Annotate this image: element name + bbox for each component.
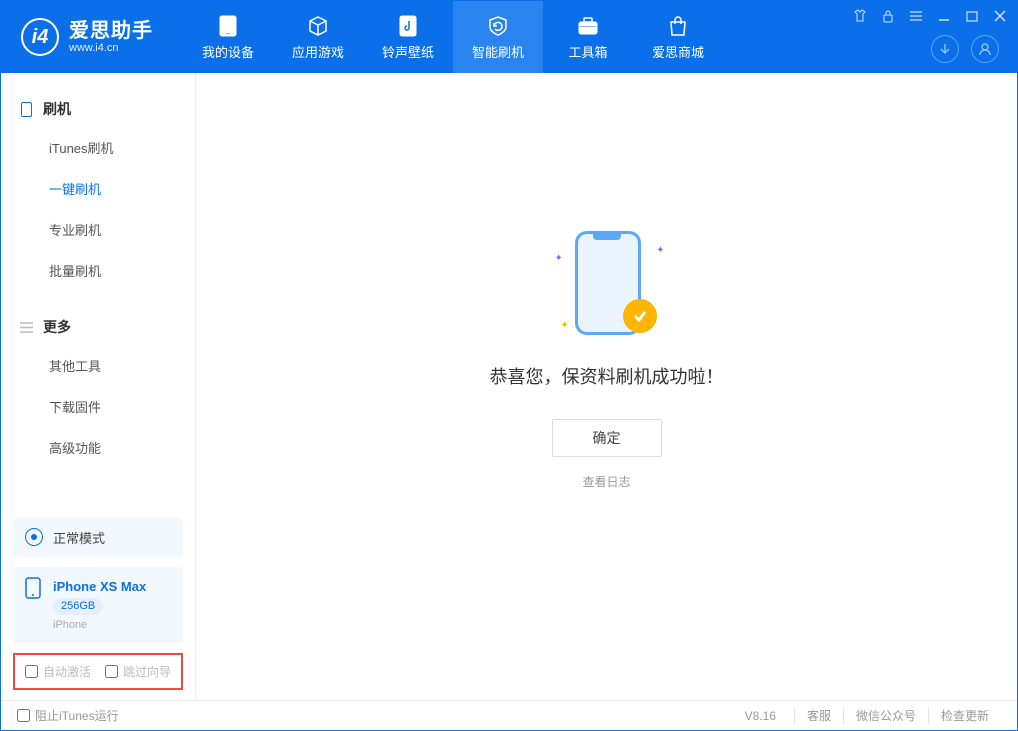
titlebar: i4 爱思助手 www.i4.cn 我的设备 应用游戏 铃声壁纸 智能刷机 xyxy=(1,1,1017,73)
group-title: 刷机 xyxy=(43,99,71,119)
nav-label: 铃声壁纸 xyxy=(382,42,434,61)
nav-tab-ringtones-wallpapers[interactable]: 铃声壁纸 xyxy=(363,1,453,73)
refresh-shield-icon xyxy=(486,14,510,38)
minimize-icon[interactable] xyxy=(937,9,951,23)
nav-label: 智能刷机 xyxy=(472,42,524,61)
body: 刷机 iTunes刷机 一键刷机 专业刷机 批量刷机 更多 其他工具 下载固件 … xyxy=(1,73,1017,700)
list-small-icon xyxy=(19,320,33,334)
sparkle-icon: ✦ xyxy=(555,253,563,264)
nav-label: 我的设备 xyxy=(202,42,254,61)
skip-guide-label: 跳过向导 xyxy=(123,663,171,680)
view-log-link[interactable]: 查看日志 xyxy=(582,473,630,490)
sidebar-group-more: 更多 xyxy=(1,309,195,345)
logo-icon: i4 xyxy=(21,18,59,56)
check-badge-icon xyxy=(623,299,657,333)
skip-guide-checkbox[interactable]: 跳过向导 xyxy=(105,663,171,680)
sidebar-item-other-tools[interactable]: 其他工具 xyxy=(1,345,195,386)
app-logo: i4 爱思助手 www.i4.cn xyxy=(21,18,153,56)
menu-icon[interactable] xyxy=(909,9,923,23)
close-icon[interactable] xyxy=(993,9,1007,23)
mode-dot-icon xyxy=(25,528,43,546)
sidebar-group-flash: 刷机 xyxy=(1,91,195,127)
device-phone-icon xyxy=(25,577,43,599)
auto-activate-label: 自动激活 xyxy=(43,663,91,680)
sidebar-item-onekey-flash[interactable]: 一键刷机 xyxy=(1,168,195,209)
shopping-bag-icon xyxy=(666,14,690,38)
sidebar-item-pro-flash[interactable]: 专业刷机 xyxy=(1,209,195,250)
window-controls xyxy=(853,9,1007,23)
cube-icon xyxy=(306,14,330,38)
block-itunes-label: 阻止iTunes运行 xyxy=(35,707,119,724)
main-content: ✦ ✦ ✦ 恭喜您，保资料刷机成功啦！ 确定 查看日志 xyxy=(196,73,1017,700)
sparkle-icon: ✦ xyxy=(561,320,569,331)
version-label: V8.16 xyxy=(745,709,776,723)
nav-tab-store[interactable]: 爱思商城 xyxy=(633,1,723,73)
nav-label: 工具箱 xyxy=(568,42,607,61)
music-file-icon xyxy=(396,14,420,38)
sidebar-item-download-firmware[interactable]: 下载固件 xyxy=(1,386,195,427)
nav-tab-smart-flash[interactable]: 智能刷机 xyxy=(453,1,543,73)
lock-icon[interactable] xyxy=(881,9,895,23)
phone-small-icon xyxy=(19,102,33,116)
ok-button[interactable]: 确定 xyxy=(552,419,662,457)
tshirt-icon[interactable] xyxy=(853,9,867,23)
app-name: 爱思助手 xyxy=(69,20,153,42)
status-link-wechat[interactable]: 微信公众号 xyxy=(843,707,928,724)
sidebar-item-batch-flash[interactable]: 批量刷机 xyxy=(1,250,195,291)
sidebar-item-advanced[interactable]: 高级功能 xyxy=(1,427,195,468)
user-button[interactable] xyxy=(971,35,999,63)
app-url: www.i4.cn xyxy=(69,42,153,54)
nav-tabs: 我的设备 应用游戏 铃声壁纸 智能刷机 工具箱 爱思商城 xyxy=(183,1,723,73)
sidebar: 刷机 iTunes刷机 一键刷机 专业刷机 批量刷机 更多 其他工具 下载固件 … xyxy=(1,73,196,700)
device-type: iPhone xyxy=(53,617,146,634)
success-message: 恭喜您，保资料刷机成功啦！ xyxy=(490,363,724,389)
download-button[interactable] xyxy=(931,35,959,63)
mode-label: 正常模式 xyxy=(53,528,105,547)
mode-card[interactable]: 正常模式 xyxy=(13,518,183,557)
group-title: 更多 xyxy=(43,317,71,337)
phone-icon xyxy=(216,14,240,38)
device-name: iPhone XS Max xyxy=(53,577,146,597)
titlebar-action-circles xyxy=(931,35,999,63)
success-illustration: ✦ ✦ ✦ xyxy=(547,223,667,343)
sidebar-bottom: 正常模式 iPhone XS Max 256GB iPhone 自动激活 跳过向… xyxy=(1,518,195,701)
maximize-icon[interactable] xyxy=(965,9,979,23)
device-info: iPhone XS Max 256GB iPhone xyxy=(53,577,146,634)
nav-label: 爱思商城 xyxy=(652,42,704,61)
briefcase-icon xyxy=(576,14,600,38)
logo-text: 爱思助手 www.i4.cn xyxy=(69,20,153,54)
statusbar: 阻止iTunes运行 V8.16 客服 微信公众号 检查更新 xyxy=(1,700,1017,730)
app-window: i4 爱思助手 www.i4.cn 我的设备 应用游戏 铃声壁纸 智能刷机 xyxy=(0,0,1018,731)
nav-tab-apps-games[interactable]: 应用游戏 xyxy=(273,1,363,73)
status-link-support[interactable]: 客服 xyxy=(794,707,843,724)
device-card[interactable]: iPhone XS Max 256GB iPhone xyxy=(13,567,183,644)
sparkle-icon: ✦ xyxy=(656,245,664,256)
block-itunes-checkbox[interactable]: 阻止iTunes运行 xyxy=(17,707,119,724)
nav-label: 应用游戏 xyxy=(292,42,344,61)
status-link-update[interactable]: 检查更新 xyxy=(928,707,1001,724)
auto-activate-checkbox[interactable]: 自动激活 xyxy=(25,663,91,680)
phone-notch-icon xyxy=(593,234,621,240)
nav-tab-my-device[interactable]: 我的设备 xyxy=(183,1,273,73)
sidebar-item-itunes-flash[interactable]: iTunes刷机 xyxy=(1,127,195,168)
flash-options-row: 自动激活 跳过向导 xyxy=(13,653,183,690)
device-capacity: 256GB xyxy=(53,598,103,615)
nav-tab-toolbox[interactable]: 工具箱 xyxy=(543,1,633,73)
